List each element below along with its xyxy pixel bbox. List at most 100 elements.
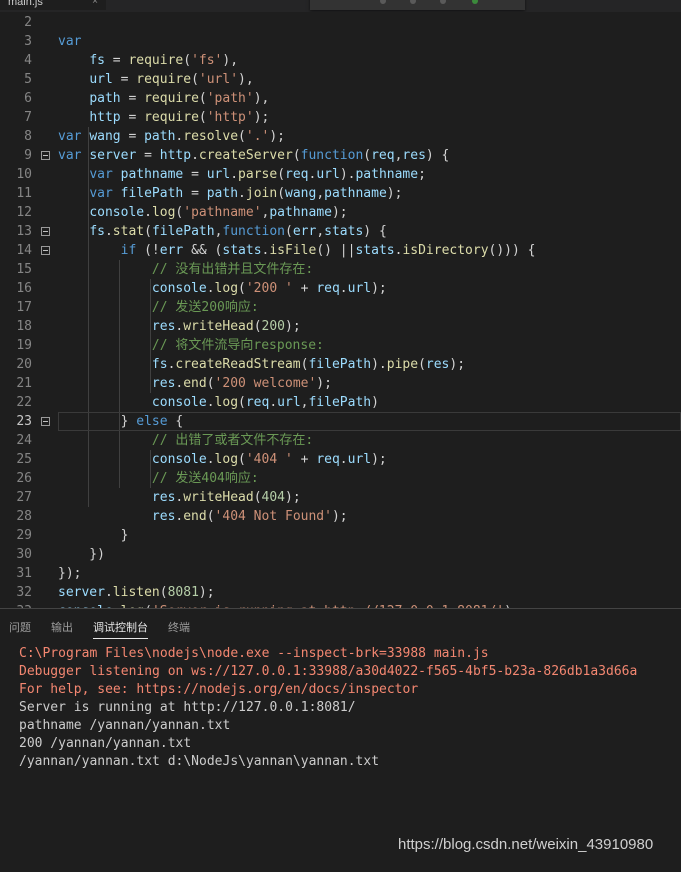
code-text: }) [58,545,105,564]
code-text: res.writeHead(200); [58,317,301,336]
code-line[interactable]: 18 res.writeHead(200); [0,317,681,336]
panel-tab[interactable]: 问题 [9,621,31,635]
code-token: parse [238,167,278,182]
line-number: 30 [16,547,32,562]
code-token: '200 welcome' [214,376,317,391]
code-token: var [58,34,82,49]
code-text: var filePath = path.join(wang,pathname); [58,184,402,203]
code-text: url = require('url'), [58,70,253,89]
editor-tab-main-js[interactable]: main.js × [0,0,106,10]
debug-continue-icon[interactable] [380,0,386,4]
code-line[interactable]: 19 // 将文件流导向response: [0,336,681,355]
code-token: 'url' [198,72,239,87]
code-token: '.' [245,129,270,144]
code-line[interactable]: 9 var server = http.createServer(function… [0,146,681,165]
panel-tab[interactable]: 输出 [51,621,73,635]
code-token: pipe [386,357,419,372]
line-number: 8 [24,129,32,144]
code-line[interactable]: 10 var pathname = url.parse(req.url).pat… [0,165,681,184]
code-line[interactable]: 11 var filePath = path.join(wang,pathnam… [0,184,681,203]
code-line[interactable]: 8 var wang = path.resolve('.'); [0,127,681,146]
code-text: fs.stat(filePath,function(err,stats) { [58,222,386,241]
code-token: 'http' [206,110,254,125]
code-token: res [151,490,176,505]
code-line[interactable]: 22 console.log(req.url,filePath) [0,393,681,412]
line-number: 17 [16,300,32,315]
code-token: listen [112,585,160,600]
code-line[interactable]: 32 server.listen(8081); [0,583,681,602]
code-token: require [136,72,192,87]
line-number: 4 [24,53,32,68]
debug-step-over-icon[interactable] [410,0,416,4]
code-token: = [104,53,129,68]
debug-step-into-icon[interactable] [440,0,446,4]
fold-collapse-icon[interactable] [41,227,50,236]
code-line[interactable]: 26 // 发送404响应: [0,469,681,488]
code-token: }) [58,547,105,562]
code-token: } [58,414,137,429]
code-token: pathname [324,186,387,201]
code-text: // 将文件流导向response: [58,336,324,355]
code-line[interactable]: 14 if (!err && (stats.isFile() ||stats.i… [0,241,681,260]
code-token: ); [285,490,301,505]
code-line[interactable]: 31}); [0,564,681,583]
code-editor[interactable]: 2 3 var 4 fs = require('fs'), 5 url = requir… [0,12,681,608]
close-icon[interactable]: × [92,0,98,10]
code-text: }); [58,564,81,583]
code-token: console [151,452,207,467]
code-token: 'pathname' [183,205,262,220]
code-line[interactable]: 27 res.writeHead(404); [0,488,681,507]
code-line[interactable]: 17 // 发送200响应: [0,298,681,317]
code-line[interactable]: 4 fs = require('fs'), [0,51,681,70]
debug-restart-icon[interactable] [472,0,478,4]
line-number: 12 [16,205,32,220]
fold-collapse-icon[interactable] [41,246,50,255]
code-line[interactable]: 28 res.end('404 Not Found'); [0,507,681,526]
code-token: . [238,186,246,201]
code-text: console.log(req.url,filePath) [58,393,379,412]
code-line[interactable]: 6 path = require('path'), [0,89,681,108]
code-token: ( [183,53,192,68]
fold-collapse-icon[interactable] [41,417,50,426]
code-line[interactable]: 15 // 没有出错并且文件存在: [0,260,681,279]
code-token: = [183,186,207,201]
code-token: = [183,167,207,182]
panel-tab[interactable]: 终端 [168,621,190,635]
line-number: 15 [16,262,32,277]
line-number: 31 [16,566,32,581]
code-line[interactable]: 29 } [0,526,681,545]
code-line[interactable]: 12 console.log('pathname',pathname); [0,203,681,222]
code-line[interactable]: 16 console.log('200 ' + req.url); [0,279,681,298]
fold-collapse-icon[interactable] [41,151,50,160]
code-token: ( [206,376,215,391]
code-line[interactable]: 7 http = require('http'); [0,108,681,127]
code-token: else [136,414,168,429]
code-line[interactable]: 25 console.log('404 ' + req.url); [0,450,681,469]
code-line[interactable]: 23 } else { [0,412,681,431]
code-token: res [402,148,426,163]
code-token: err [159,243,184,258]
code-token: req [316,281,340,296]
panel-tab[interactable]: 调试控制台 [93,621,148,639]
code-token: ())) { [488,243,536,258]
code-line[interactable]: 30 }) [0,545,681,564]
code-line[interactable]: 3 var [0,32,681,51]
code-text: var [58,32,81,51]
code-line[interactable]: 2 [0,13,681,32]
code-token: pathname [269,205,332,220]
code-line[interactable]: 24 // 出错了或者文件不存在: [0,431,681,450]
line-number: 11 [16,186,32,201]
code-token: = [120,91,145,106]
code-text: } else { [58,412,184,431]
code-line[interactable]: 5 url = require('url'), [0,70,681,89]
code-token: filePath [151,224,215,239]
code-line[interactable]: 20 fs.createReadStream(filePath).pipe(re… [0,355,681,374]
line-number: 23 [16,414,32,429]
code-line[interactable]: 21 res.end('200 welcome'); [0,374,681,393]
code-line[interactable]: 13 fs.stat(filePath,function(err,stats) … [0,222,681,241]
